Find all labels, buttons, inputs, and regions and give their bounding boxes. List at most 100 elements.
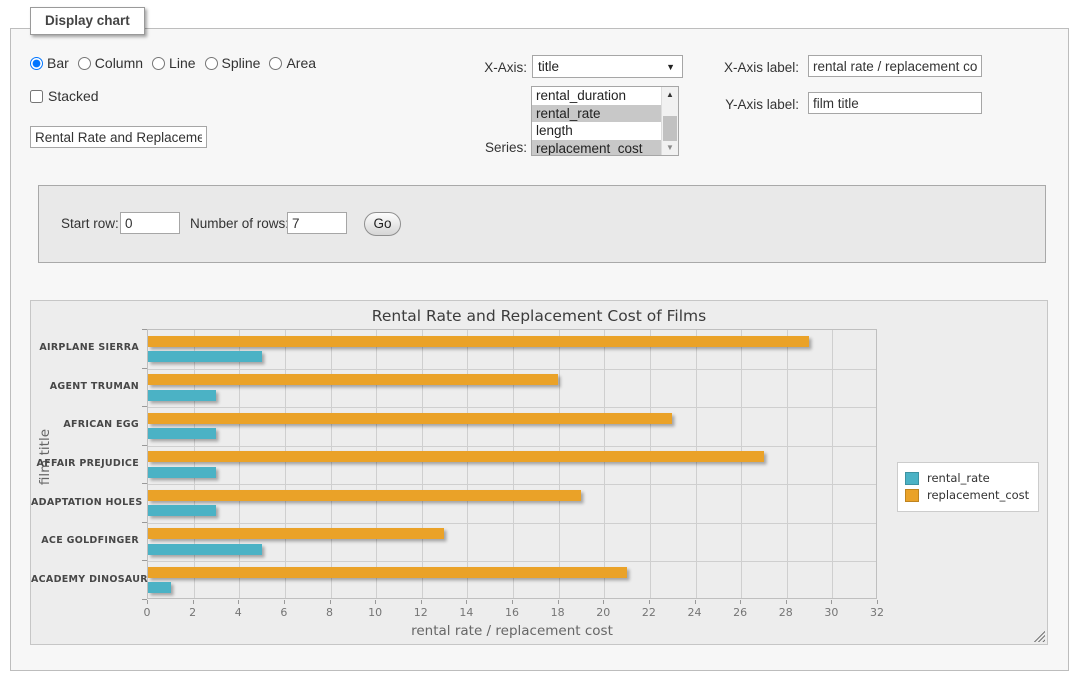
x-axis-select[interactable]: title ▼ — [532, 55, 683, 78]
page: { "form": { "fieldset_legend": "Display … — [0, 0, 1081, 681]
gridline-vertical — [513, 330, 514, 598]
chart-type-option-spline: Spline — [205, 55, 261, 71]
y-tick-mark — [142, 483, 147, 484]
series-multiselect[interactable]: rental_durationrental_ratelengthreplacem… — [531, 86, 679, 156]
x-axis-label-input[interactable] — [808, 55, 982, 77]
x-axis-label-label: X-Axis label: — [710, 60, 799, 75]
legend-label: rental_rate — [927, 471, 990, 485]
chart-container: Rental Rate and Replacement Cost of Film… — [30, 300, 1048, 645]
y-tick-mark — [142, 445, 147, 446]
x-tick-label: 22 — [631, 606, 667, 619]
chart-type-radio-group: BarColumnLineSplineArea — [30, 55, 325, 71]
bar-rental_rate-academy-dinosaur — [148, 582, 171, 593]
gridline-vertical — [559, 330, 560, 598]
bar-replacement_cost-academy-dinosaur — [148, 567, 627, 578]
legend-swatch-replacement_cost — [905, 489, 919, 502]
x-tick-label: 0 — [129, 606, 165, 619]
gridline-vertical — [787, 330, 788, 598]
start-row-label: Start row: — [61, 216, 119, 231]
chart-type-radio-line[interactable] — [152, 57, 165, 70]
start-row-input[interactable] — [120, 212, 180, 234]
chart-type-radio-area[interactable] — [269, 57, 282, 70]
x-tick-mark — [649, 600, 650, 604]
bar-replacement_cost-affair-prejudice — [148, 451, 764, 462]
gridline-horizontal — [148, 446, 876, 447]
chart-type-label: Area — [286, 55, 316, 71]
chart-type-radio-spline[interactable] — [205, 57, 218, 70]
series-scrollbar[interactable]: ▲ ▼ — [661, 87, 678, 155]
series-option-rental_duration[interactable]: rental_duration — [532, 87, 678, 105]
series-option-replacement_cost[interactable]: replacement_cost — [532, 140, 678, 157]
x-tick-label: 32 — [859, 606, 895, 619]
chart-title-input[interactable] — [30, 126, 207, 148]
y-tick-label: ACADEMY DINOSAUR — [31, 574, 139, 585]
plot-area — [147, 329, 877, 599]
x-tick-label: 2 — [175, 606, 211, 619]
bar-replacement_cost-airplane-sierra — [148, 336, 809, 347]
x-tick-label: 20 — [585, 606, 621, 619]
x-tick-label: 18 — [540, 606, 576, 619]
x-tick-label: 10 — [357, 606, 393, 619]
fieldset-legend: Display chart — [30, 7, 145, 35]
x-tick-label: 30 — [813, 606, 849, 619]
chart-type-radio-column[interactable] — [78, 57, 91, 70]
scrollbar-thumb[interactable] — [663, 116, 677, 141]
x-tick-mark — [603, 600, 604, 604]
gridline-vertical — [285, 330, 286, 598]
x-tick-mark — [877, 600, 878, 604]
x-tick-mark — [375, 600, 376, 604]
gridline-horizontal — [148, 407, 876, 408]
stacked-checkbox[interactable] — [30, 90, 43, 103]
bar-replacement_cost-agent-truman — [148, 374, 558, 385]
chart-type-label: Column — [95, 55, 143, 71]
bar-rental_rate-airplane-sierra — [148, 351, 262, 362]
series-option-length[interactable]: length — [532, 122, 678, 140]
y-tick-mark — [142, 329, 147, 330]
y-tick-mark — [142, 599, 147, 600]
stacked-checkbox-row: Stacked — [30, 88, 99, 104]
gridline-vertical — [696, 330, 697, 598]
series-option-rental_rate[interactable]: rental_rate — [532, 105, 678, 123]
y-tick-label: AIRPLANE SIERRA — [31, 342, 139, 353]
x-axis-selected-value: title — [538, 59, 559, 74]
x-tick-mark — [512, 600, 513, 604]
y-tick-mark — [142, 368, 147, 369]
bar-rental_rate-adaptation-holes — [148, 505, 216, 516]
chart-type-option-area: Area — [269, 55, 316, 71]
x-tick-mark — [695, 600, 696, 604]
y-axis-label-label: Y-Axis label: — [710, 97, 799, 112]
select-dropdown-arrow-icon: ▼ — [666, 57, 675, 78]
legend-label: replacement_cost — [927, 488, 1029, 502]
bar-rental_rate-agent-truman — [148, 390, 216, 401]
chart-resize-handle-icon[interactable] — [1033, 630, 1045, 642]
x-tick-label: 16 — [494, 606, 530, 619]
gridline-vertical — [376, 330, 377, 598]
scrollbar-down-icon[interactable]: ▼ — [662, 140, 678, 155]
x-axis-title: rental rate / replacement cost — [147, 623, 877, 639]
bar-rental_rate-african-egg — [148, 428, 216, 439]
go-button[interactable]: Go — [364, 212, 401, 236]
y-axis-label-input[interactable] — [808, 92, 982, 114]
chart-type-radio-bar[interactable] — [30, 57, 43, 70]
bar-replacement_cost-adaptation-holes — [148, 490, 581, 501]
gridline-vertical — [467, 330, 468, 598]
y-tick-mark — [142, 522, 147, 523]
scrollbar-up-icon[interactable]: ▲ — [662, 87, 678, 102]
bar-replacement_cost-african-egg — [148, 413, 672, 424]
bar-replacement_cost-ace-goldfinger — [148, 528, 444, 539]
gridline-horizontal — [148, 561, 876, 562]
y-tick-label: ADAPTATION HOLES — [31, 497, 139, 508]
y-tick-mark — [142, 406, 147, 407]
x-axis-select-label: X-Axis: — [440, 60, 527, 75]
x-tick-mark — [786, 600, 787, 604]
x-tick-label: 24 — [677, 606, 713, 619]
number-of-rows-input[interactable] — [287, 212, 347, 234]
x-tick-label: 8 — [312, 606, 348, 619]
legend-swatch-rental_rate — [905, 472, 919, 485]
chart-legend: rental_rate replacement_cost — [897, 462, 1039, 512]
y-tick-label: AFRICAN EGG — [31, 419, 139, 430]
x-tick-mark — [831, 600, 832, 604]
gridline-vertical — [741, 330, 742, 598]
x-tick-label: 6 — [266, 606, 302, 619]
chart-type-option-column: Column — [78, 55, 143, 71]
